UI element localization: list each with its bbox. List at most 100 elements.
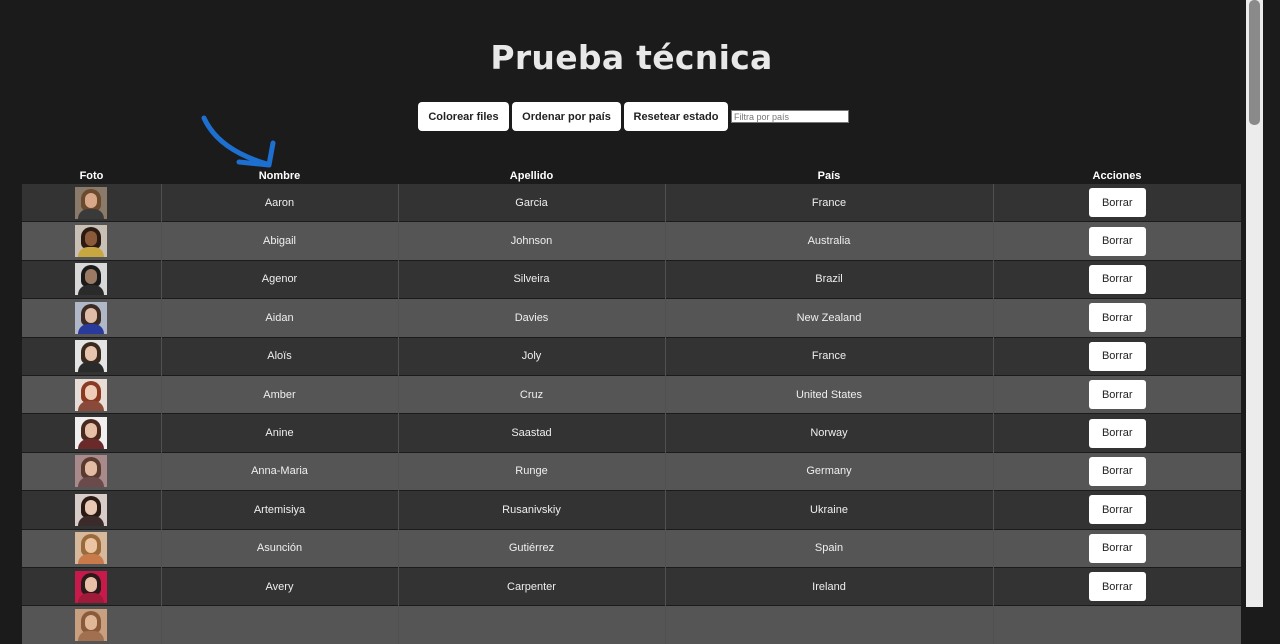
cell-last-name: Runge	[397, 451, 665, 491]
cell-actions: Borrar	[992, 528, 1241, 568]
cell-first-name: Agenor	[160, 259, 398, 299]
table-header-row: Foto Nombre Apellido País Acciones	[22, 166, 1241, 184]
delete-button[interactable]: Borrar	[1088, 418, 1146, 448]
cell-country: Norway	[664, 413, 993, 453]
page-title: Prueba técnica	[490, 38, 773, 77]
avatar	[75, 570, 108, 603]
table-row: Aidan Davies New Zealand Borrar	[22, 298, 1241, 338]
delete-button[interactable]: Borrar	[1088, 226, 1146, 256]
scrollbar-thumb[interactable]	[1249, 0, 1260, 125]
cell-last-name: Garcia	[397, 182, 665, 222]
table-row: Avery Carpenter Ireland Borrar	[22, 566, 1241, 606]
table-row: Abigail Johnson Australia Borrar	[22, 221, 1241, 261]
table-row: Aloïs Joly France Borrar	[22, 336, 1241, 376]
avatar	[75, 263, 108, 296]
country-filter-input[interactable]	[731, 110, 849, 123]
avatar	[75, 417, 108, 450]
delete-button[interactable]: Borrar	[1088, 533, 1146, 563]
header-last-name[interactable]: Apellido	[398, 166, 665, 184]
delete-button[interactable]: Borrar	[1088, 264, 1146, 294]
table-row: Asunción Gutiérrez Spain Borrar	[22, 528, 1241, 568]
cell-actions: Borrar	[992, 490, 1241, 530]
page: Prueba técnica Colorear files Ordenar po…	[0, 0, 1263, 644]
cell-country: Ukraine	[664, 490, 993, 530]
users-table: Foto Nombre Apellido País Acciones Aaron…	[22, 166, 1241, 644]
cell-photo	[22, 298, 161, 338]
table-row: Aaron Garcia France Borrar	[22, 182, 1241, 222]
delete-button[interactable]: Borrar	[1088, 188, 1146, 218]
cell-last-name: Saastad	[397, 413, 665, 453]
cell-photo	[22, 490, 161, 530]
header-photo: Foto	[79, 170, 104, 182]
avatar	[75, 493, 108, 526]
cell-first-name: Asunción	[160, 528, 398, 568]
cell-last-name: Johnson	[397, 221, 665, 261]
cell-first-name: Aloïs	[160, 336, 398, 376]
vertical-scrollbar[interactable]	[1246, 0, 1263, 607]
cell-actions: Borrar	[992, 221, 1241, 261]
controls-bar: Colorear files Ordenar por país Resetear…	[0, 102, 1263, 132]
table-row: Agenor Silveira Brazil Borrar	[22, 259, 1241, 299]
cell-first-name: Aaron	[160, 182, 398, 222]
cell-actions: Borrar	[992, 451, 1241, 491]
cell-country: Ireland	[664, 566, 993, 606]
cell-actions: Borrar	[992, 566, 1241, 606]
cell-last-name: Joly	[397, 336, 665, 376]
cell-last-name	[397, 605, 665, 644]
delete-button[interactable]: Borrar	[1088, 456, 1146, 486]
cell-photo	[22, 566, 161, 606]
cell-last-name: Cruz	[397, 374, 665, 414]
cell-photo	[22, 528, 161, 568]
delete-button[interactable]: Borrar	[1088, 495, 1146, 525]
table-row: Artemisiya Rusanivskiy Ukraine Borrar	[22, 490, 1241, 530]
cell-last-name: Davies	[397, 298, 665, 338]
cell-first-name: Artemisiya	[160, 490, 398, 530]
cell-last-name: Gutiérrez	[397, 528, 665, 568]
cell-photo	[22, 182, 161, 222]
cell-last-name: Rusanivskiy	[397, 490, 665, 530]
cell-photo	[22, 451, 161, 491]
avatar	[75, 186, 108, 219]
delete-button[interactable]: Borrar	[1088, 572, 1146, 602]
table-row: Anine Saastad Norway Borrar	[22, 413, 1241, 453]
cell-actions	[992, 605, 1241, 644]
avatar	[75, 340, 108, 373]
cell-country: Spain	[664, 528, 993, 568]
cell-first-name: Abigail	[160, 221, 398, 261]
reset-state-button[interactable]: Resetear estado	[624, 102, 728, 131]
cell-first-name: Aidan	[160, 298, 398, 338]
avatar	[75, 609, 108, 642]
cell-photo	[22, 221, 161, 261]
cell-country: France	[664, 336, 993, 376]
cell-country: Brazil	[664, 259, 993, 299]
table-row: Anna-Maria Runge Germany Borrar	[22, 451, 1241, 491]
sort-by-country-button[interactable]: Ordenar por país	[512, 102, 621, 131]
cell-country: Australia	[664, 221, 993, 261]
cell-last-name: Carpenter	[397, 566, 665, 606]
cell-country: United States	[664, 374, 993, 414]
header-country[interactable]: País	[665, 166, 993, 184]
cell-country: France	[664, 182, 993, 222]
cell-actions: Borrar	[992, 413, 1241, 453]
delete-button[interactable]: Borrar	[1088, 341, 1146, 371]
cell-photo	[22, 374, 161, 414]
color-rows-button[interactable]: Colorear files	[418, 102, 509, 131]
table-row: Amber Cruz United States Borrar	[22, 374, 1241, 414]
delete-button[interactable]: Borrar	[1088, 380, 1146, 410]
cell-country: New Zealand	[664, 298, 993, 338]
cell-photo	[22, 413, 161, 453]
cell-country: Germany	[664, 451, 993, 491]
cell-photo	[22, 259, 161, 299]
cell-actions: Borrar	[992, 336, 1241, 376]
cell-last-name: Silveira	[397, 259, 665, 299]
cell-actions: Borrar	[992, 259, 1241, 299]
header-first-name[interactable]: Nombre	[161, 166, 398, 184]
avatar	[75, 532, 108, 565]
delete-button[interactable]: Borrar	[1088, 303, 1146, 333]
cell-actions: Borrar	[992, 182, 1241, 222]
avatar	[75, 301, 108, 334]
cell-photo	[22, 336, 161, 376]
cell-actions: Borrar	[992, 374, 1241, 414]
cell-first-name: Anna-Maria	[160, 451, 398, 491]
avatar	[75, 225, 108, 258]
